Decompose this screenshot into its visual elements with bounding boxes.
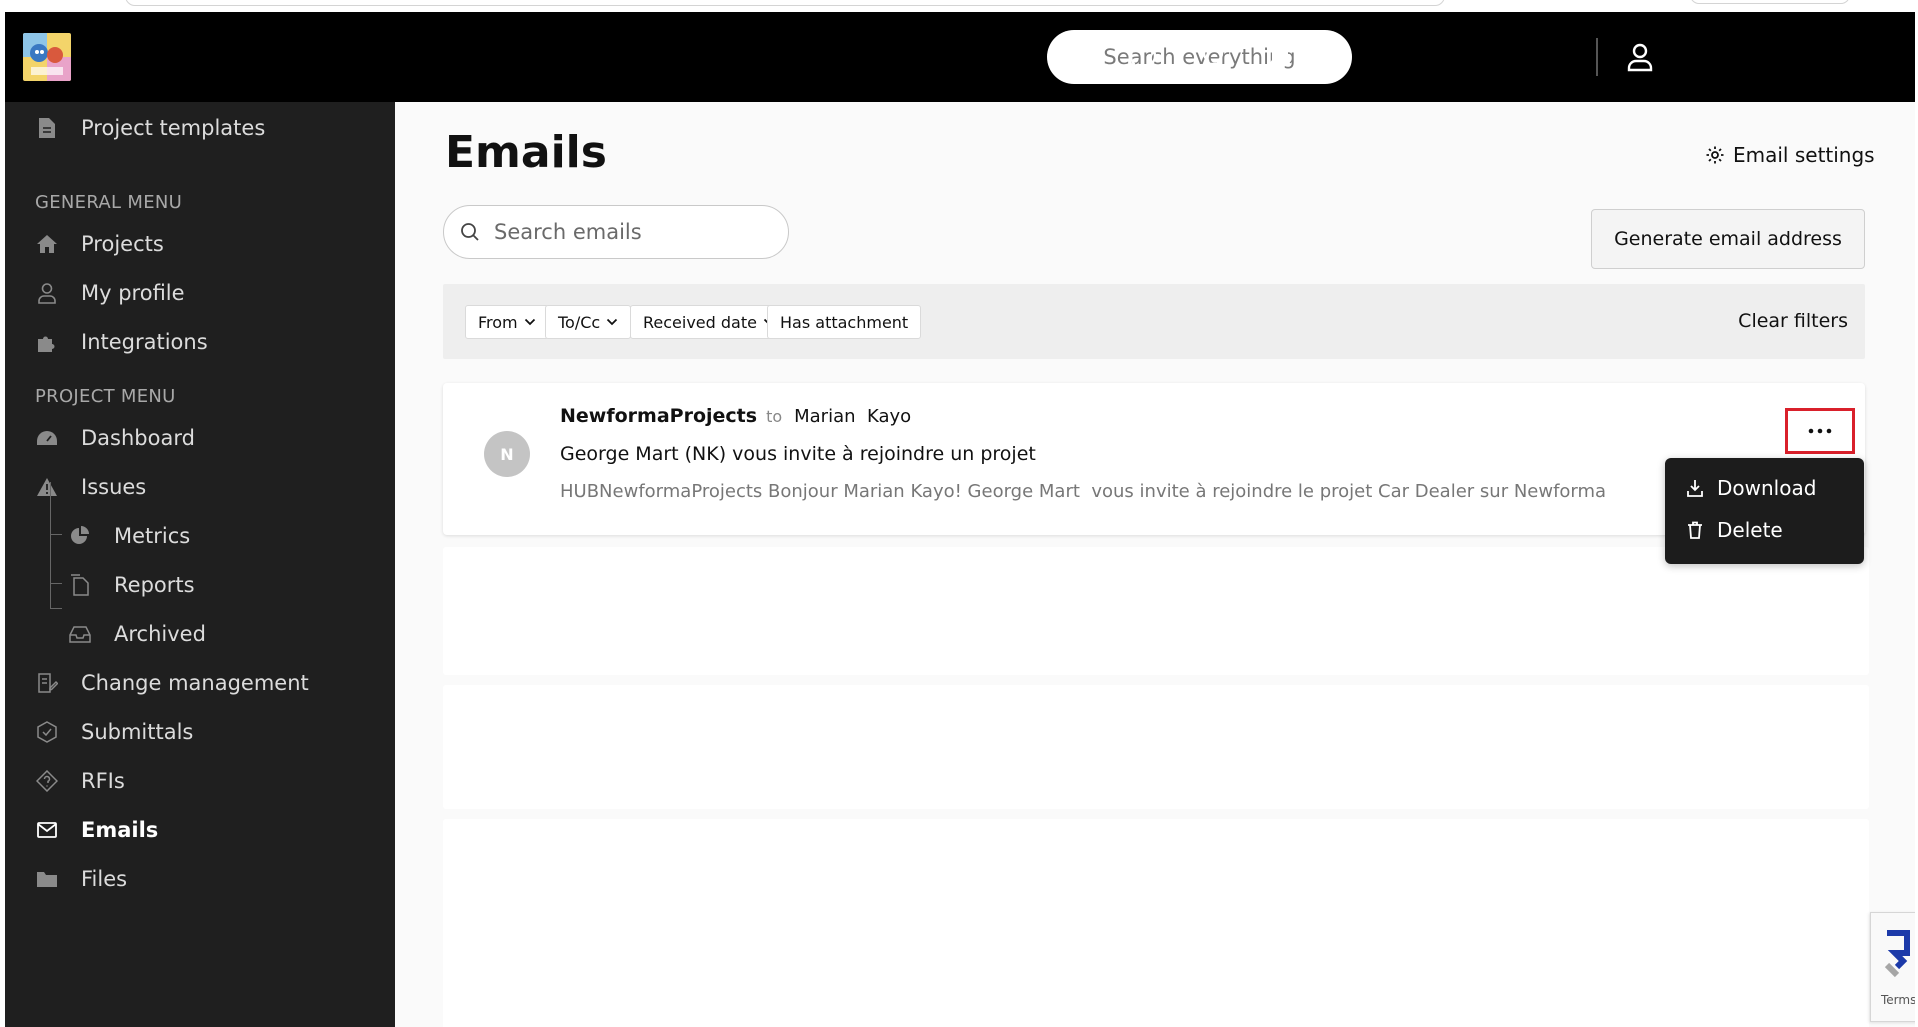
puzzle-icon xyxy=(35,330,59,354)
recaptcha-logo-icon xyxy=(1884,930,1910,978)
email-list-item[interactable]: N NewformaProjects to Marian Kayo George… xyxy=(443,383,1865,535)
pie-chart-icon xyxy=(68,524,92,548)
email-sender: NewformaProjects xyxy=(560,405,758,427)
app-window: Search everything Project templates GENE… xyxy=(5,12,1915,1027)
page-title: Emails xyxy=(445,127,607,178)
gear-icon xyxy=(1706,146,1724,164)
copy-document-icon xyxy=(68,573,92,597)
email-subject: George Mart (NK) vous invite à rejoindre… xyxy=(560,443,1036,465)
filter-has-attachment[interactable]: Has attachment xyxy=(767,305,922,339)
chat-icon[interactable] xyxy=(1125,39,1161,75)
sidebar: Project templates GENERAL MENU Projects … xyxy=(5,102,395,1027)
trash-icon xyxy=(1688,521,1702,539)
sidebar-item-rfis[interactable]: RFIs xyxy=(5,758,395,804)
sidebar-item-change-management[interactable]: Change management xyxy=(5,660,395,706)
browser-chrome-strip xyxy=(0,0,1918,12)
sidebar-item-archived[interactable]: Archived xyxy=(5,611,395,657)
email-more-options-button[interactable] xyxy=(1785,408,1855,454)
email-settings-link[interactable]: Email settings xyxy=(1705,140,1875,170)
recaptcha-badge[interactable]: Terms xyxy=(1870,912,1915,1022)
home-icon xyxy=(35,232,59,256)
lightbulb-icon[interactable] xyxy=(1195,39,1231,75)
general-menu-label: GENERAL MENU xyxy=(35,192,183,213)
search-emails-input[interactable] xyxy=(494,220,764,244)
main-content: Emails Email settings Generate email add… xyxy=(395,102,1915,1027)
sidebar-item-projects[interactable]: Projects xyxy=(5,221,395,267)
tree-connector-tick xyxy=(50,608,62,609)
sidebar-item-dashboard[interactable]: Dashboard xyxy=(5,415,395,461)
document-icon xyxy=(35,116,59,140)
browser-toolbar-pill[interactable] xyxy=(1690,0,1850,4)
sidebar-item-integrations[interactable]: Integrations xyxy=(5,319,395,365)
top-header: Search everything xyxy=(5,12,1915,102)
email-preview: HUBNewformaProjects Bonjour Marian Kayo!… xyxy=(560,481,1607,502)
project-menu-label: PROJECT MENU xyxy=(35,386,176,407)
generate-email-address-button[interactable]: Generate email address xyxy=(1591,209,1865,269)
email-recipient: Marian Kayo xyxy=(794,406,912,427)
search-emails-field[interactable] xyxy=(443,205,789,259)
dashboard-gauge-icon xyxy=(35,426,59,450)
filter-bar: From To/Cc Received date Has attachment … xyxy=(443,284,1865,359)
inbox-archive-icon xyxy=(68,622,92,646)
sidebar-item-my-profile[interactable]: My profile xyxy=(5,270,395,316)
browser-address-bar[interactable] xyxy=(125,0,1445,6)
sidebar-item-project-templates[interactable]: Project templates xyxy=(5,105,395,151)
chevron-down-icon xyxy=(524,318,535,326)
download-icon xyxy=(1687,480,1703,497)
clear-filters-button[interactable]: Clear filters xyxy=(1738,306,1848,336)
filter-to-cc[interactable]: To/Cc xyxy=(545,305,632,339)
sidebar-item-issues[interactable]: Issues xyxy=(5,464,395,510)
bell-icon[interactable] xyxy=(1262,39,1298,75)
shield-check-icon xyxy=(35,720,59,744)
user-icon[interactable] xyxy=(1622,39,1658,75)
more-horizontal-icon xyxy=(1808,428,1832,434)
envelope-icon xyxy=(35,818,59,842)
email-header: NewformaProjects to Marian Kayo xyxy=(560,405,911,427)
menu-item-delete[interactable]: Delete xyxy=(1687,513,1783,547)
loading-placeholder xyxy=(443,547,1869,675)
question-diamond-icon xyxy=(35,769,59,793)
sidebar-item-files[interactable]: Files xyxy=(5,856,395,902)
sidebar-item-submittals[interactable]: Submittals xyxy=(5,709,395,755)
menu-item-download[interactable]: Download xyxy=(1687,471,1816,505)
loading-placeholder xyxy=(443,685,1869,809)
folder-icon xyxy=(35,867,59,891)
sidebar-item-metrics[interactable]: Metrics xyxy=(5,513,395,559)
profile-icon xyxy=(35,281,59,305)
sidebar-item-reports[interactable]: Reports xyxy=(5,562,395,608)
filter-received-date[interactable]: Received date xyxy=(630,305,788,339)
email-actions-menu: Download Delete xyxy=(1665,458,1864,564)
edit-document-icon xyxy=(35,671,59,695)
email-to-word: to xyxy=(766,407,783,426)
header-divider xyxy=(1596,38,1598,76)
chevron-down-icon xyxy=(607,318,618,326)
app-logo[interactable] xyxy=(23,33,71,81)
loading-placeholder xyxy=(443,819,1869,1027)
warning-icon xyxy=(35,475,59,499)
filter-from[interactable]: From xyxy=(465,305,549,339)
sidebar-item-emails[interactable]: Emails xyxy=(5,807,395,853)
sender-avatar: N xyxy=(484,431,530,477)
search-icon xyxy=(461,223,479,241)
